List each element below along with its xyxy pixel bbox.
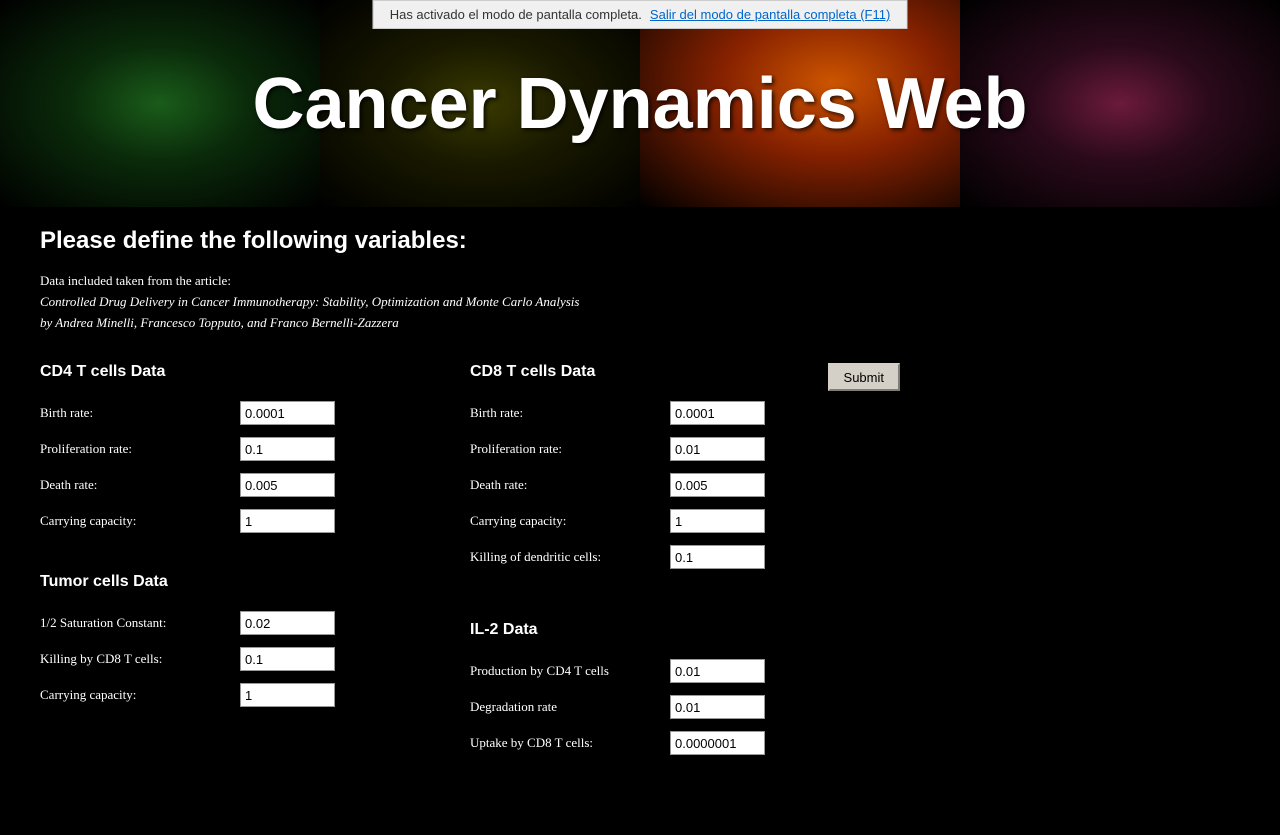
il2-production-input[interactable] <box>670 659 765 683</box>
il2-section-title: IL-2 Data <box>470 621 900 639</box>
il2-uptake-label: Uptake by CD8 T cells: <box>470 735 670 751</box>
cd8-carrying-capacity-input[interactable] <box>670 509 765 533</box>
cd4-birth-rate-input[interactable] <box>240 401 335 425</box>
cd4-death-rate-row: Death rate: <box>40 473 470 497</box>
cd8-death-rate-input[interactable] <box>670 473 765 497</box>
header-banner: Cancer Dynamics Web <box>0 0 1280 207</box>
cd8-death-rate-row: Death rate: <box>470 473 765 497</box>
sections-row: CD4 T cells Data Birth rate: Proliferati… <box>40 363 1240 795</box>
main-content: Please define the following variables: D… <box>0 207 1280 835</box>
cd8-proliferation-rate-row: Proliferation rate: <box>470 437 765 461</box>
il2-degradation-label: Degradation rate <box>470 699 670 715</box>
left-column: CD4 T cells Data Birth rate: Proliferati… <box>40 363 470 747</box>
tumor-saturation-row: 1/2 Saturation Constant: <box>40 611 470 635</box>
article-citation: Controlled Drug Delivery in Cancer Immun… <box>40 292 1240 313</box>
right-column: CD8 T cells Data Birth rate: Proliferati… <box>470 363 900 795</box>
il2-uptake-row: Uptake by CD8 T cells: <box>470 731 900 755</box>
cd8-section-title: CD8 T cells Data <box>470 363 765 381</box>
tumor-killing-row: Killing by CD8 T cells: <box>40 647 470 671</box>
il2-degradation-input[interactable] <box>670 695 765 719</box>
cd8-birth-rate-label: Birth rate: <box>470 405 670 421</box>
cd4-carrying-capacity-input[interactable] <box>240 509 335 533</box>
cd4-section: CD4 T cells Data Birth rate: Proliferati… <box>40 363 470 533</box>
tumor-saturation-input[interactable] <box>240 611 335 635</box>
tumor-carrying-capacity-input[interactable] <box>240 683 335 707</box>
cd4-proliferation-rate-label: Proliferation rate: <box>40 441 240 457</box>
cd8-section: CD8 T cells Data Birth rate: Proliferati… <box>470 363 765 581</box>
tumor-carrying-capacity-label: Carrying capacity: <box>40 687 240 703</box>
cd8-death-rate-label: Death rate: <box>470 477 670 493</box>
il2-degradation-row: Degradation rate <box>470 695 900 719</box>
fullscreen-notice: Has activado el modo de pantalla complet… <box>373 0 908 29</box>
article-label: Data included taken from the article: <box>40 271 1240 292</box>
tumor-carrying-capacity-row: Carrying capacity: <box>40 683 470 707</box>
cd4-death-rate-label: Death rate: <box>40 477 240 493</box>
article-info: Data included taken from the article: Co… <box>40 271 1240 333</box>
submit-button[interactable]: Submit <box>828 363 900 391</box>
cd8-proliferation-rate-label: Proliferation rate: <box>470 441 670 457</box>
cd8-birth-rate-row: Birth rate: <box>470 401 765 425</box>
cd8-carrying-capacity-row: Carrying capacity: <box>470 509 765 533</box>
il2-production-row: Production by CD4 T cells <box>470 659 900 683</box>
page-title: Please define the following variables: <box>40 227 1240 255</box>
tumor-section-title: Tumor cells Data <box>40 573 470 591</box>
il2-uptake-input[interactable] <box>670 731 765 755</box>
site-title: Cancer Dynamics Web <box>253 63 1028 145</box>
cd8-killing-dendritic-label: Killing of dendritic cells: <box>470 549 670 565</box>
cd8-header-row: CD8 T cells Data Birth rate: Proliferati… <box>470 363 900 621</box>
tumor-section: Tumor cells Data 1/2 Saturation Constant… <box>40 573 470 707</box>
exit-fullscreen-link[interactable]: Salir del modo de pantalla completa (F11… <box>650 7 890 22</box>
cd4-proliferation-rate-row: Proliferation rate: <box>40 437 470 461</box>
cd8-proliferation-rate-input[interactable] <box>670 437 765 461</box>
cd8-killing-dendritic-row: Killing of dendritic cells: <box>470 545 765 569</box>
il2-section: IL-2 Data Production by CD4 T cells Degr… <box>470 621 900 755</box>
tumor-killing-input[interactable] <box>240 647 335 671</box>
cd8-killing-dendritic-input[interactable] <box>670 545 765 569</box>
il2-production-label: Production by CD4 T cells <box>470 663 670 679</box>
cd4-death-rate-input[interactable] <box>240 473 335 497</box>
cd4-birth-rate-row: Birth rate: <box>40 401 470 425</box>
cd4-birth-rate-label: Birth rate: <box>40 405 240 421</box>
submit-area: Submit <box>828 363 900 391</box>
cd8-birth-rate-input[interactable] <box>670 401 765 425</box>
tumor-killing-label: Killing by CD8 T cells: <box>40 651 240 667</box>
cd4-proliferation-rate-input[interactable] <box>240 437 335 461</box>
cd4-section-title: CD4 T cells Data <box>40 363 470 381</box>
article-authors: by Andrea Minelli, Francesco Topputo, an… <box>40 313 1240 334</box>
cd4-carrying-capacity-label: Carrying capacity: <box>40 513 240 529</box>
fullscreen-notice-text: Has activado el modo de pantalla complet… <box>390 7 642 22</box>
cd4-carrying-capacity-row: Carrying capacity: <box>40 509 470 533</box>
cd8-carrying-capacity-label: Carrying capacity: <box>470 513 670 529</box>
tumor-saturation-label: 1/2 Saturation Constant: <box>40 615 240 631</box>
